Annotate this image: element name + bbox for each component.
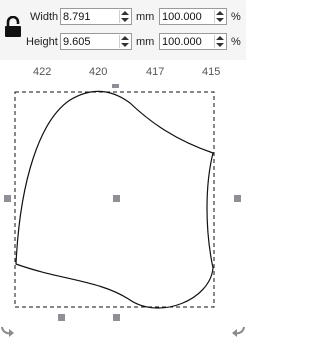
dimension-panel: Width 8.791 mm 100.000 % Height 9.605 mm… (0, 0, 246, 60)
scale-handle-icon (234, 195, 241, 202)
horizontal-ruler: 422 420 417 415 (0, 60, 246, 84)
width-unit: mm (136, 11, 155, 23)
width-percent-field[interactable]: 100.000 (159, 8, 227, 25)
lock-icon[interactable] (3, 16, 23, 38)
width-spin-arrows[interactable] (119, 10, 130, 23)
height-percent-spin-arrows[interactable] (214, 35, 225, 48)
scale-handle-icon (113, 314, 120, 321)
spin-up-icon[interactable] (216, 11, 224, 15)
ruler-tick-label: 415 (202, 66, 221, 78)
height-percent-field[interactable]: 100.000 (159, 33, 227, 50)
spin-up-icon[interactable] (216, 36, 224, 40)
rotate-handle-icon (232, 329, 237, 337)
width-label: Width (30, 11, 59, 23)
height-percent-unit: % (231, 36, 241, 48)
spin-up-icon[interactable] (121, 11, 129, 15)
ruler-tick-label: 417 (146, 66, 165, 78)
scale-handle-icon (113, 195, 120, 202)
width-field[interactable]: 8.791 (60, 8, 132, 25)
rotate-handle-icon (9, 329, 14, 337)
scale-handle-icon (58, 314, 65, 321)
spin-down-icon[interactable] (216, 18, 224, 22)
spin-down-icon[interactable] (121, 18, 129, 22)
height-spin-arrows[interactable] (119, 35, 130, 48)
spin-down-icon[interactable] (216, 43, 224, 47)
height-label: Height (26, 36, 58, 48)
ruler-tick-label: 422 (33, 66, 52, 78)
scale-handle-icon (112, 84, 119, 88)
spin-down-icon[interactable] (121, 43, 129, 47)
width-percent-spin-arrows[interactable] (214, 10, 225, 23)
ruler-tick-label: 420 (89, 66, 108, 78)
width-percent-unit: % (231, 11, 241, 23)
height-percent-value[interactable]: 100.000 (162, 35, 202, 49)
scale-handle-icon (4, 195, 11, 202)
height-unit: mm (136, 36, 155, 48)
height-value[interactable]: 9.605 (63, 35, 91, 49)
width-percent-value[interactable]: 100.000 (162, 10, 202, 24)
height-field[interactable]: 9.605 (60, 33, 132, 50)
width-value[interactable]: 8.791 (63, 10, 91, 24)
spin-up-icon[interactable] (121, 36, 129, 40)
drawing-canvas[interactable] (0, 84, 246, 340)
